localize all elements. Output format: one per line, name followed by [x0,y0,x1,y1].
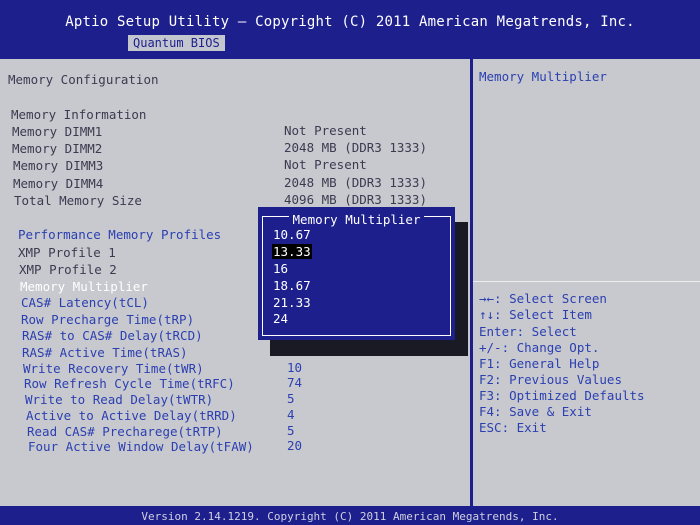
header-bar: Aptio Setup Utility – Copyright (C) 2011… [0,0,700,52]
key-select-screen: →←: Select Screen [479,291,607,306]
key-enter-select: Enter: Select [479,324,577,339]
dimm4-value: 2048 MB (DDR3 1333) [284,175,427,190]
key-select-item: ↑↓: Select Item [479,307,592,322]
write-recovery-item[interactable]: Write Recovery Time(tWR) [23,362,204,376]
key-esc-exit: ESC: Exit [479,420,547,435]
xmp-profile-1-item[interactable]: XMP Profile 1 [18,246,116,260]
popup-title: Memory Multiplier [258,209,455,228]
ras-to-cas-item[interactable]: RAS# to CAS# Delay(tRCD) [22,329,203,343]
row-refresh-item[interactable]: Row Refresh Cycle Time(tRFC) [24,377,235,391]
dimm1-label: Memory DIMM1 [12,124,103,139]
dimm3-label: Memory DIMM3 [13,158,104,173]
write-to-read-value: 5 [287,391,295,406]
active-to-active-value: 4 [287,407,295,422]
xmp-profile-2-item[interactable]: XMP Profile 2 [19,263,117,277]
option-13-33-selected[interactable]: 13.33 [272,244,312,259]
row-precharge-item[interactable]: Row Precharge Time(tRP) [21,313,194,327]
key-general-help: F1: General Help [479,356,600,371]
dimm2-value: 2048 MB (DDR3 1333) [284,140,427,155]
option-21-33[interactable]: 21.33 [272,295,312,310]
performance-memory-profiles-heading: Performance Memory Profiles [18,227,222,242]
cas-latency-item[interactable]: CAS# Latency(tCL) [21,296,149,310]
ras-active-time-item[interactable]: RAS# Active Time(tRAS) [22,346,188,360]
memory-multiplier-popup: Memory Multiplier 10.67 13.33 16 18.67 2… [258,207,455,340]
dimm1-value: Not Present [284,123,367,138]
memory-information-heading: Memory Information [11,107,147,122]
read-cas-precharge-item[interactable]: Read CAS# Precharege(tRTP) [27,425,223,439]
write-to-read-item[interactable]: Write to Read Delay(tWTR) [25,393,213,407]
option-10-67[interactable]: 10.67 [272,227,312,242]
read-cas-precharge-value: 5 [287,423,295,438]
footer-version: Version 2.14.1219. Copyright (C) 2011 Am… [141,510,559,523]
dimm2-label: Memory DIMM2 [12,141,103,156]
help-panel: Memory Multiplier →←: Select Screen ↑↓: … [473,59,700,506]
window-title: Aptio Setup Utility – Copyright (C) 2011… [65,14,635,30]
total-memory-label: Total Memory Size [14,193,142,208]
key-optimized-defaults: F3: Optimized Defaults [479,388,645,403]
dimm4-label: Memory DIMM4 [13,176,104,191]
key-previous-values: F2: Previous Values [479,372,622,387]
dimm3-value: Not Present [284,157,367,172]
write-recovery-value: 10 [287,360,303,375]
memory-multiplier-item[interactable]: Memory Multiplier [20,280,148,294]
key-change-opt: +/-: Change Opt. [479,340,600,355]
four-active-window-value: 20 [287,438,303,453]
help-title: Memory Multiplier [479,69,607,84]
tab-quantum-bios[interactable]: Quantum BIOS [128,35,225,51]
key-save-exit: F4: Save & Exit [479,404,592,419]
option-18-67[interactable]: 18.67 [272,278,312,293]
popup-title-text: Memory Multiplier [288,212,425,227]
row-refresh-value: 74 [287,375,303,390]
help-divider [473,281,700,282]
four-active-window-item[interactable]: Four Active Window Delay(tFAW) [28,440,254,454]
section-title: Memory Configuration [8,72,159,87]
option-16[interactable]: 16 [272,261,289,276]
total-memory-value: 4096 MB (DDR3 1333) [284,192,427,207]
option-24[interactable]: 24 [272,311,289,326]
active-to-active-item[interactable]: Active to Active Delay(tRRD) [26,409,237,423]
